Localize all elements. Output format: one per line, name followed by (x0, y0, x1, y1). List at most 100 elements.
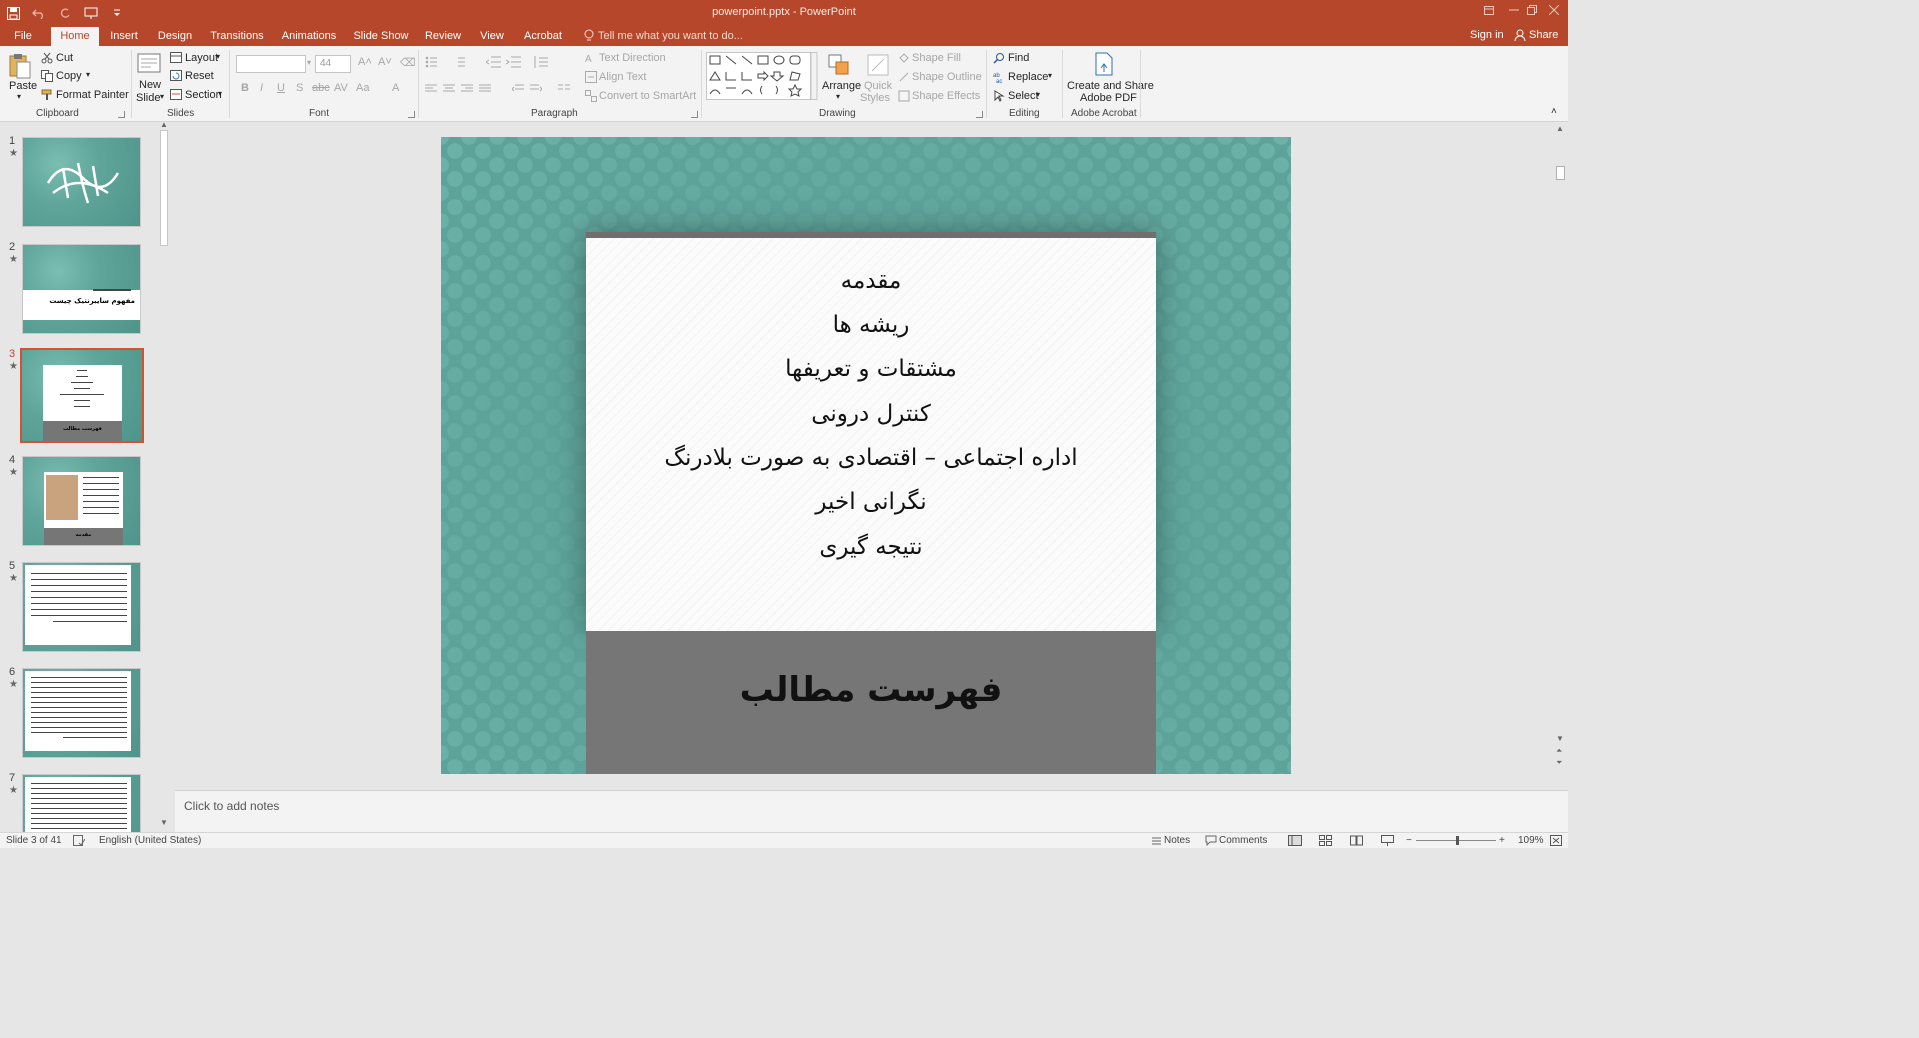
layout-dropdown-icon[interactable]: ▾ (216, 52, 220, 61)
tab-view[interactable]: View (476, 27, 508, 46)
slideshow-view-icon[interactable] (1381, 835, 1394, 849)
layout-button[interactable]: Layout (185, 52, 218, 64)
text-shadow-icon[interactable]: S (296, 82, 303, 94)
zoom-level[interactable]: 109% (1518, 835, 1544, 846)
align-left-icon[interactable] (425, 84, 437, 97)
underline-icon[interactable]: U (277, 82, 285, 94)
find-button[interactable]: Find (1008, 52, 1029, 64)
notes-pane[interactable]: Click to add notes (175, 790, 1568, 832)
notes-placeholder[interactable]: Click to add notes (184, 799, 279, 813)
tab-slide-show[interactable]: Slide Show (352, 27, 410, 46)
tell-me-box[interactable]: Tell me what you want to do... (584, 29, 743, 42)
tab-acrobat[interactable]: Acrobat (520, 27, 566, 46)
align-right-icon[interactable] (461, 84, 473, 97)
strikethrough-icon[interactable]: abc (312, 82, 330, 94)
shape-effects-button[interactable]: Shape Effects (912, 90, 980, 102)
drawing-launcher-icon[interactable] (976, 111, 983, 118)
shape-fill-button[interactable]: Shape Fill (912, 52, 961, 64)
slide-counter[interactable]: Slide 3 of 41 (6, 835, 62, 846)
collapse-ribbon-icon[interactable]: ˄ (1551, 106, 1557, 117)
format-painter-button[interactable]: Format Painter (56, 89, 129, 101)
quick-styles-icon[interactable] (866, 53, 890, 80)
quick-styles-label-1[interactable]: Quick (864, 80, 892, 92)
section-dropdown-icon[interactable]: ▾ (218, 89, 222, 98)
clipboard-launcher-icon[interactable] (118, 111, 125, 118)
arrange-dropdown-icon[interactable]: ▾ (836, 92, 840, 101)
scroll-down-icon[interactable]: ▼ (160, 818, 168, 827)
slide-title[interactable]: فهرست مطالب (586, 670, 1156, 710)
align-text-button[interactable]: Align Text (599, 71, 647, 83)
new-slide-icon[interactable] (137, 51, 161, 78)
fit-slide-icon[interactable] (1550, 835, 1562, 849)
increase-font-icon[interactable]: A˄ (358, 56, 372, 68)
paragraph-launcher-icon[interactable] (691, 111, 698, 118)
line-spacing-icon[interactable] (532, 56, 552, 71)
agenda-item[interactable]: اداره اجتماعی – اقتصادی به صورت بلادرنگ (586, 445, 1156, 471)
rtl-icon[interactable] (511, 84, 524, 97)
agenda-item[interactable]: ریشه ها (586, 312, 1156, 338)
thumbnail-scroll-thumb[interactable] (160, 130, 168, 246)
slide-scrollbar[interactable]: ▲ ▼ ⏶ ⏷ (1553, 122, 1568, 790)
zoom-out-icon[interactable]: − (1406, 835, 1412, 846)
bold-icon[interactable]: B (241, 82, 249, 94)
slide-thumbnail-5[interactable] (22, 562, 141, 652)
cut-button[interactable]: Cut (56, 52, 73, 64)
slide-thumbnail-7[interactable] (22, 774, 141, 832)
clear-formatting-icon[interactable]: ⌫ (400, 56, 416, 69)
new-slide-label-1[interactable]: New (139, 79, 161, 91)
change-case-icon[interactable]: Aa (356, 82, 369, 94)
tab-home[interactable]: Home (51, 27, 99, 46)
new-slide-label-2[interactable]: Slide (136, 92, 160, 104)
section-button[interactable]: Section (185, 89, 222, 101)
slide-thumbnail-2[interactable]: مفهوم سایبرنتیک چیست (22, 244, 141, 334)
tab-insert[interactable]: Insert (104, 27, 144, 46)
decrease-indent-icon[interactable] (485, 56, 502, 71)
tab-design[interactable]: Design (154, 27, 196, 46)
slide-thumbnail-3[interactable]: فهرست مطالب (20, 348, 144, 443)
font-size-box[interactable]: 44 (315, 55, 351, 73)
create-pdf-label-2[interactable]: Adobe PDF (1080, 92, 1137, 104)
font-name-box[interactable] (236, 55, 306, 73)
zoom-in-icon[interactable]: + (1499, 835, 1505, 846)
paste-dropdown-icon[interactable]: ▾ (17, 92, 21, 101)
tab-transitions[interactable]: Transitions (207, 27, 267, 46)
previous-slide-icon[interactable]: ⏶ (1556, 746, 1562, 756)
paste-button[interactable]: Paste (9, 80, 37, 92)
tab-review[interactable]: Review (422, 27, 464, 46)
increase-indent-icon[interactable] (505, 56, 522, 71)
numbering-icon[interactable] (453, 56, 475, 71)
scroll-up-icon[interactable]: ▲ (1556, 124, 1564, 133)
share-button[interactable]: Share (1514, 29, 1558, 41)
agenda-item[interactable]: نگرانی اخیر (586, 489, 1156, 515)
columns-icon[interactable] (558, 84, 570, 97)
restore-icon[interactable] (1521, 2, 1543, 18)
tab-file[interactable]: File (6, 27, 40, 46)
italic-icon[interactable]: I (260, 82, 263, 94)
character-spacing-icon[interactable]: AV (334, 82, 348, 94)
bullets-icon[interactable] (425, 56, 447, 71)
create-pdf-icon[interactable] (1094, 52, 1114, 79)
notes-button[interactable]: Notes (1164, 835, 1190, 846)
convert-smartart-button[interactable]: Convert to SmartArt (599, 90, 696, 102)
arrange-button[interactable]: Arrange (822, 80, 861, 92)
spell-check-icon[interactable] (73, 835, 86, 849)
replace-dropdown-icon[interactable]: ▾ (1048, 71, 1052, 80)
normal-view-icon[interactable] (1288, 835, 1302, 849)
copy-dropdown-icon[interactable]: ▾ (86, 70, 90, 79)
select-button[interactable]: Select (1008, 90, 1039, 102)
slide-thumbnail-6[interactable] (22, 668, 141, 758)
sign-in-link[interactable]: Sign in (1470, 29, 1504, 41)
close-icon[interactable] (1543, 2, 1565, 18)
scroll-up-icon[interactable]: ▲ (160, 120, 168, 129)
arrange-icon[interactable] (827, 53, 851, 80)
slide-scroll-thumb[interactable] (1556, 166, 1565, 180)
slide-sorter-icon[interactable] (1319, 835, 1332, 849)
select-dropdown-icon[interactable]: ▾ (1036, 90, 1040, 99)
comments-button[interactable]: Comments (1219, 835, 1267, 846)
ribbon-display-options-icon[interactable] (1478, 2, 1500, 18)
reset-button[interactable]: Reset (185, 70, 214, 82)
agenda-item[interactable]: مقدمه (586, 268, 1156, 294)
agenda-item[interactable]: کنترل درونی (586, 401, 1156, 427)
shapes-gallery[interactable] (706, 52, 818, 103)
language-indicator[interactable]: English (United States) (99, 835, 201, 846)
